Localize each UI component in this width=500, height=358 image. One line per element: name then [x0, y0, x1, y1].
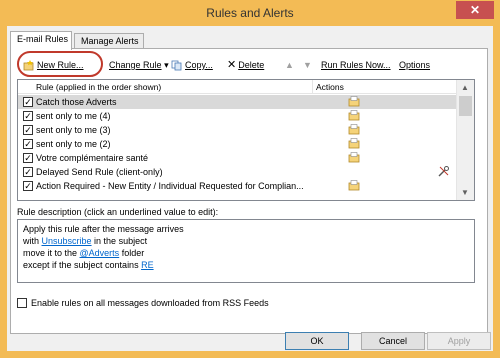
rule-row[interactable]: ✓ Votre complémentaire santé: [18, 151, 456, 165]
description-text: with: [23, 236, 42, 246]
email-rules-panel: New Rule... Change Rule ▾ Copy... ✕ Delet…: [10, 48, 488, 334]
rule-enabled-checkbox[interactable]: ✓: [23, 139, 33, 149]
tab-email-rules[interactable]: E-mail Rules: [10, 31, 72, 50]
copy-button[interactable]: Copy...: [171, 57, 213, 73]
rule-enabled-checkbox[interactable]: ✓: [23, 111, 33, 121]
tools-icon: [438, 166, 449, 177]
scroll-up-icon[interactable]: ▲: [461, 83, 469, 92]
rule-row[interactable]: ✓ sent only to me (2): [18, 137, 456, 151]
unsubscribe-link[interactable]: Unsubscribe: [42, 236, 92, 246]
run-rules-now-button[interactable]: Run Rules Now...: [321, 57, 391, 73]
delete-button[interactable]: ✕ Delete: [227, 57, 264, 73]
rule-enabled-checkbox[interactable]: ✓: [23, 181, 33, 191]
options-label: Options: [399, 60, 431, 70]
window-title: Rules and Alerts: [206, 6, 294, 20]
rule-description-box: Apply this rule after the message arrive…: [17, 219, 475, 283]
column-divider: [312, 80, 313, 94]
rule-enabled-checkbox[interactable]: ✓: [23, 153, 33, 163]
options-button[interactable]: Options: [399, 57, 430, 73]
rule-name: sent only to me (4): [36, 111, 111, 121]
description-text: in the subject: [91, 236, 148, 246]
description-text: Apply this rule after the message arrive…: [23, 224, 184, 234]
cancel-button[interactable]: Cancel: [361, 332, 425, 350]
rules-and-alerts-window: Rules and Alerts ✕ E-mail Rules Manage A…: [0, 0, 500, 358]
rule-name: Catch those Adverts: [36, 97, 117, 107]
copy-label: Copy...: [185, 60, 213, 70]
re-link[interactable]: RE: [141, 260, 154, 270]
move-to-folder-icon: [348, 152, 360, 163]
rule-enabled-checkbox[interactable]: ✓: [23, 125, 33, 135]
new-rule-icon: [23, 60, 34, 71]
rule-column-header[interactable]: Rule (applied in the order shown): [36, 82, 161, 92]
rule-row[interactable]: ✓ Action Required - New Entity / Individ…: [18, 179, 456, 193]
move-to-folder-icon: [348, 124, 360, 135]
rule-row[interactable]: ✓ sent only to me (4): [18, 109, 456, 123]
copy-icon: [171, 60, 182, 71]
new-rule-button[interactable]: New Rule...: [23, 57, 84, 73]
rules-list[interactable]: Rule (applied in the order shown) Action…: [17, 79, 475, 201]
delete-label: Delete: [238, 60, 265, 70]
rules-toolbar: New Rule... Change Rule ▾ Copy... ✕ Delet…: [17, 51, 487, 77]
move-to-folder-icon: [348, 96, 360, 107]
ok-button[interactable]: OK: [285, 332, 349, 350]
adverts-folder-link[interactable]: @Adverts: [80, 248, 120, 258]
description-text: folder: [119, 248, 145, 258]
close-button[interactable]: ✕: [456, 1, 494, 19]
rule-name: sent only to me (3): [36, 125, 111, 135]
rule-name: Action Required - New Entity / Individua…: [36, 181, 304, 191]
arrow-up-icon: ▲: [285, 60, 294, 70]
move-to-folder-icon: [348, 180, 360, 191]
rule-row[interactable]: ✓ Catch those Adverts: [18, 95, 456, 109]
description-line: with Unsubscribe in the subject: [23, 235, 469, 247]
scroll-down-icon[interactable]: ▼: [461, 188, 469, 197]
dialog-client: E-mail Rules Manage Alerts New Rule... C…: [7, 26, 493, 351]
description-line: Apply this rule after the message arrive…: [23, 223, 469, 235]
rule-description-label: Rule description (click an underlined va…: [17, 207, 219, 217]
apply-button[interactable]: Apply: [427, 332, 491, 350]
title-bar[interactable]: Rules and Alerts ✕: [0, 0, 500, 26]
description-text: move it to the: [23, 248, 80, 258]
move-up-button[interactable]: ▲: [285, 57, 294, 73]
move-to-folder-icon: [348, 110, 360, 121]
move-to-folder-icon: [348, 138, 360, 149]
rule-row[interactable]: ✓ sent only to me (3): [18, 123, 456, 137]
new-rule-label: New Rule...: [37, 60, 84, 70]
actions-column-header[interactable]: Actions: [316, 82, 344, 92]
description-line: except if the subject contains RE: [23, 259, 469, 271]
rule-row[interactable]: ✓ Delayed Send Rule (client-only): [18, 165, 456, 179]
scroll-thumb[interactable]: [459, 96, 472, 116]
chevron-down-icon: ▾: [164, 60, 169, 70]
change-rule-button[interactable]: Change Rule ▾: [109, 57, 169, 73]
description-text: except if the subject contains: [23, 260, 142, 270]
rule-name: sent only to me (2): [36, 139, 111, 149]
delete-icon: ✕: [227, 59, 237, 71]
tab-manage-alerts[interactable]: Manage Alerts: [74, 33, 144, 49]
run-rules-now-label: Run Rules Now...: [321, 60, 391, 70]
move-down-button[interactable]: ▼: [303, 57, 312, 73]
rule-name: Delayed Send Rule (client-only): [36, 167, 163, 177]
rule-enabled-checkbox[interactable]: ✓: [23, 167, 33, 177]
rules-scrollbar[interactable]: ▲ ▼: [456, 80, 474, 200]
description-line: move it to the @Adverts folder: [23, 247, 469, 259]
rss-checkbox[interactable]: [17, 298, 27, 308]
rule-enabled-checkbox[interactable]: ✓: [23, 97, 33, 107]
change-rule-label: Change Rule: [109, 60, 162, 70]
rss-label: Enable rules on all messages downloaded …: [31, 298, 269, 308]
rules-list-header: Rule (applied in the order shown) Action…: [18, 80, 456, 94]
rule-name: Votre complémentaire santé: [36, 153, 149, 163]
arrow-down-icon: ▼: [303, 60, 312, 70]
